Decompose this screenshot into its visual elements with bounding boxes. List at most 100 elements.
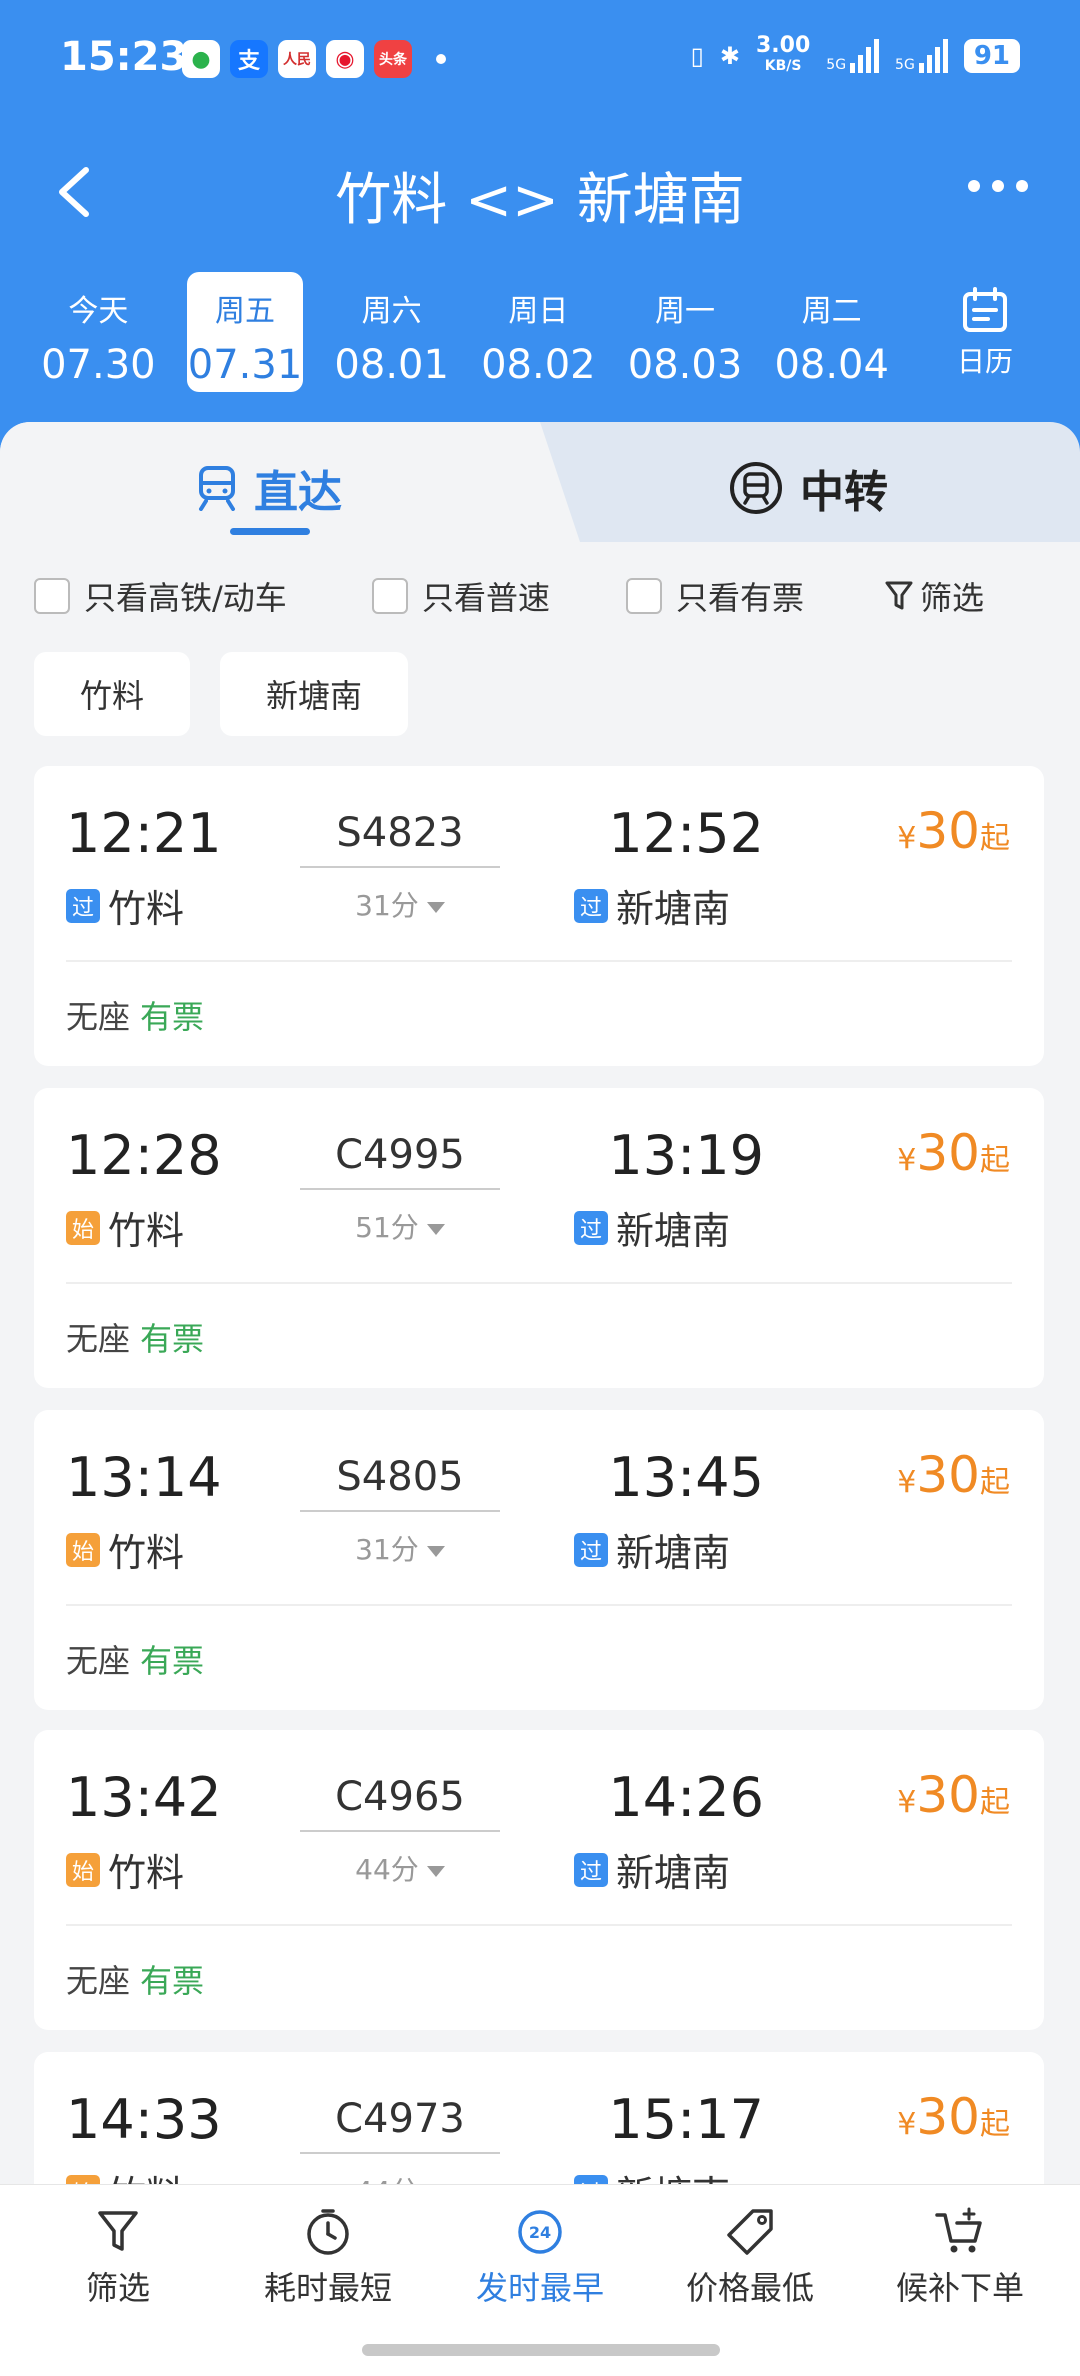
tab-transfer[interactable]: 中转: [728, 456, 888, 520]
seat-type: 无座: [66, 998, 131, 1036]
departure-time: 13:42: [66, 1766, 222, 1829]
checkbox[interactable]: [372, 578, 408, 614]
more-button[interactable]: [968, 180, 1028, 192]
duration-toggle[interactable]: 51分: [300, 1206, 500, 1246]
filter-button-label: 筛选: [920, 579, 985, 617]
filter-available[interactable]: 只看有票: [626, 573, 804, 619]
pass-tag: 过: [574, 1210, 608, 1245]
train-card[interactable]: 12:21 S4823 31分 12:52 过 竹料 过 新塘南 ¥30 起 无座…: [34, 766, 1044, 1066]
vibrate-icon: ▯: [690, 42, 704, 70]
date-item[interactable]: 周二 08.04: [773, 272, 890, 392]
filter-button[interactable]: 筛选: [884, 573, 984, 619]
checkbox[interactable]: [626, 578, 662, 614]
signal-icon: [918, 39, 948, 73]
station-chip-arrival[interactable]: 新塘南: [220, 652, 409, 736]
arrival-station: 过 新塘南: [574, 1522, 730, 1577]
svg-text:24: 24: [529, 2223, 551, 2242]
seat-type: 无座: [66, 1962, 131, 2000]
station-name: 新塘南: [616, 1851, 731, 1895]
transfer-train-icon: [730, 462, 782, 514]
station-name: 新塘南: [616, 1209, 731, 1253]
train-number: C4973: [335, 2096, 465, 2142]
train-card[interactable]: 13:42 C4965 44分 14:26 始 竹料 过 新塘南 ¥30 起 无座…: [34, 1730, 1044, 2030]
pass-tag: 过: [574, 888, 608, 923]
tab-direct[interactable]: 直达: [196, 456, 342, 520]
train-number: S4805: [336, 1454, 464, 1500]
tab-direct-label: 直达: [254, 467, 342, 518]
more-dot-icon: [968, 180, 980, 192]
departure-time: 14:33: [66, 2088, 222, 2151]
calendar-button[interactable]: 日历: [930, 280, 1040, 390]
network-speed: 3.00 KB/S: [756, 33, 811, 75]
status-bar: 15:23 ● 支 人民 ◉ 头条 ▯ ✱ 3.00 KB/S 5G 5G 91: [0, 0, 1080, 120]
train-number: C4965: [335, 1774, 465, 1820]
wechat-icon: ●: [182, 40, 220, 78]
date-value: 08.01: [334, 342, 449, 388]
availability: 有票: [140, 1642, 205, 1680]
status-right: ▯ ✱ 3.00 KB/S 5G 5G 91: [690, 33, 1020, 76]
checkbox[interactable]: [34, 578, 70, 614]
home-indicator[interactable]: [362, 2344, 720, 2356]
date-item-selected[interactable]: 周五 07.31: [186, 272, 304, 392]
sort-cheapest-button[interactable]: 价格最低: [650, 2207, 850, 2309]
route-type-tabs: 直达 中转: [0, 422, 1080, 542]
date-item[interactable]: 周日 08.02: [480, 272, 597, 392]
page-title: 竹料 <> 新塘南: [335, 168, 745, 233]
weibo-icon: ◉: [326, 40, 364, 78]
status-app-icons: ● 支 人民 ◉ 头条: [182, 40, 446, 78]
price: ¥30 起: [897, 1766, 1010, 1824]
filter-normal-speed[interactable]: 只看普速: [372, 573, 550, 619]
arrival-time: 12:52: [608, 802, 764, 865]
divider: [66, 1924, 1012, 1926]
train-card[interactable]: 12:28 C4995 51分 13:19 始 竹料 过 新塘南 ¥30 起 无座…: [34, 1088, 1044, 1388]
battery-indicator: 91: [963, 39, 1020, 73]
route-line: [300, 1188, 500, 1190]
departure-station: 始 竹料: [66, 1200, 184, 1255]
duration-toggle[interactable]: 31分: [300, 1528, 500, 1568]
availability: 有票: [140, 1962, 205, 2000]
date-item[interactable]: 今天 07.30: [40, 272, 157, 392]
bottom-bar-label: 耗时最短: [263, 2269, 392, 2307]
filter-high-speed[interactable]: 只看高铁/动车: [34, 573, 287, 619]
peoples-daily-icon: 人民: [278, 40, 316, 78]
sort-filter-button[interactable]: 筛选: [18, 2207, 218, 2309]
date-item[interactable]: 周六 08.01: [333, 272, 450, 392]
waitlist-button[interactable]: 候补下单: [860, 2207, 1060, 2309]
seat-info: 无座 有票: [66, 1636, 204, 1682]
stopwatch-icon: [307, 2209, 349, 2255]
divider: [66, 1604, 1012, 1606]
seat-info: 无座 有票: [66, 1956, 204, 2002]
date-weekday: 今天: [68, 294, 129, 329]
route-line: [300, 1510, 500, 1512]
departure-time: 12:28: [66, 1124, 222, 1187]
availability: 有票: [140, 998, 205, 1036]
tab-underline: [230, 528, 310, 535]
duration-toggle[interactable]: 31分: [300, 884, 500, 924]
more-dot-icon: [1016, 180, 1028, 192]
sort-earliest-button[interactable]: 24 发时最早: [440, 2207, 640, 2309]
date-weekday: 周一: [655, 294, 716, 329]
date-item[interactable]: 周一 08.03: [627, 272, 744, 392]
price: ¥30 起: [897, 802, 1010, 860]
date-value: 07.30: [41, 342, 156, 388]
seat-info: 无座 有票: [66, 1314, 204, 1360]
arrival-station: 过 新塘南: [574, 1200, 730, 1255]
quick-filters: 只看高铁/动车 只看普速 只看有票 筛选: [34, 566, 1054, 626]
departure-station: 过 竹料: [66, 878, 184, 933]
toutiao-icon: 头条: [374, 40, 412, 78]
funnel-icon: [98, 2211, 138, 2251]
bluetooth-icon: ✱: [719, 42, 740, 70]
station-name: 新塘南: [616, 1531, 731, 1575]
duration-toggle[interactable]: 44分: [300, 1848, 500, 1888]
filter-label: 只看普速: [422, 579, 551, 617]
date-weekday: 周六: [361, 294, 422, 329]
date-weekday: 周五: [215, 294, 275, 329]
date-value: 08.02: [481, 342, 596, 388]
status-time: 15:23: [60, 34, 188, 80]
station-chip-departure[interactable]: 竹料: [34, 652, 191, 736]
departure-station: 始 竹料: [66, 1522, 184, 1577]
train-card[interactable]: 13:14 S4805 31分 13:45 始 竹料 过 新塘南 ¥30 起 无座…: [34, 1410, 1044, 1710]
more-notifications-dot: [436, 54, 446, 64]
sort-shortest-button[interactable]: 耗时最短: [228, 2207, 428, 2309]
departure-station: 始 竹料: [66, 1842, 184, 1897]
